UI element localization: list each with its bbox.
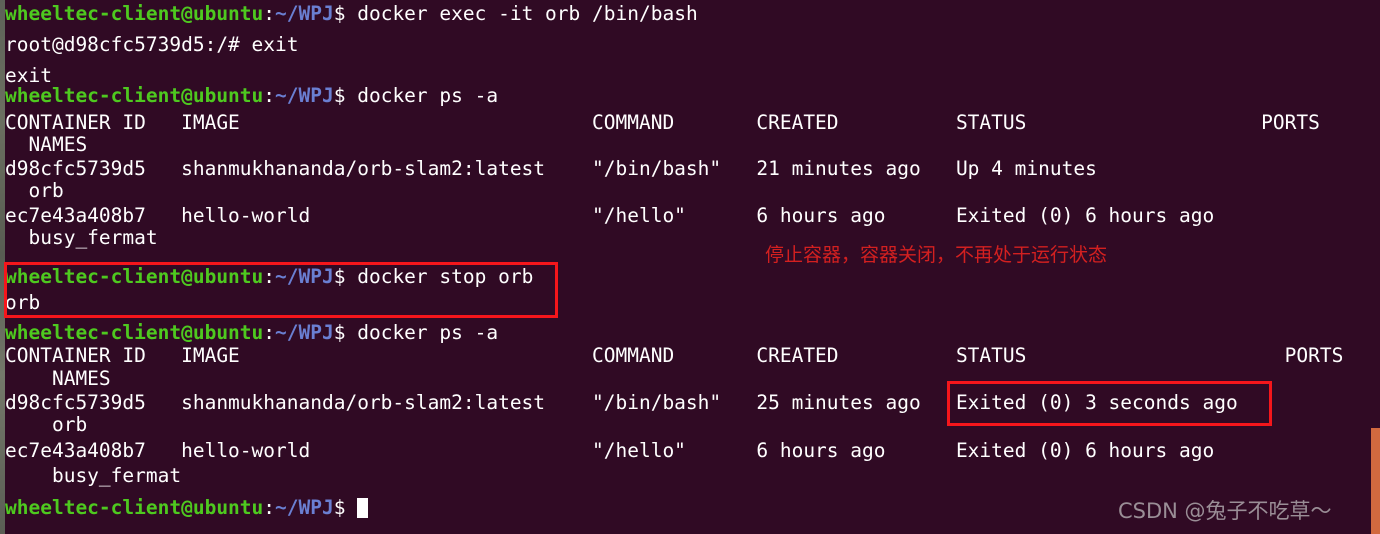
command-docker-ps-2: docker ps -a bbox=[357, 321, 499, 344]
terminal-line-output-orb: orb bbox=[5, 291, 41, 314]
prompt-sigil: $ bbox=[333, 2, 358, 25]
prompt-path: ~/WPJ bbox=[275, 265, 334, 288]
terminal-window[interactable]: wheeltec-client@ubuntu:~/WPJ$ docker exe… bbox=[5, 0, 1380, 534]
prompt-user-host: wheeltec-client@ubuntu bbox=[5, 265, 264, 288]
table-row: d98cfc5739d5 shanmukhananda/orb-slam2:la… bbox=[5, 391, 1238, 414]
terminal-line-prompt-3: wheeltec-client@ubuntu:~/WPJ$ docker ps … bbox=[5, 322, 498, 344]
terminal-screenshot: wheeltec-client@ubuntu:~/WPJ$ docker exe… bbox=[0, 0, 1380, 534]
prompt-colon: : bbox=[263, 84, 276, 107]
prompt-colon: : bbox=[263, 2, 276, 25]
prompt-colon: : bbox=[263, 496, 276, 519]
prompt-sigil: $ bbox=[333, 265, 358, 288]
prompt-user-host: wheeltec-client@ubuntu bbox=[5, 321, 264, 344]
prompt-colon: : bbox=[263, 265, 276, 288]
prompt-user-host: wheeltec-client@ubuntu bbox=[5, 496, 264, 519]
table-row: ec7e43a408b7 hello-world "/hello" 6 hour… bbox=[5, 439, 1215, 462]
prompt-path: ~/WPJ bbox=[275, 84, 334, 107]
prompt-user-host: wheeltec-client@ubuntu bbox=[5, 84, 264, 107]
terminal-line-prompt-stop: wheeltec-client@ubuntu:~/WPJ$ docker sto… bbox=[5, 266, 533, 288]
root-prompt: root@d98cfc5739d5:/# bbox=[5, 33, 252, 56]
scrollbar-thumb[interactable] bbox=[1371, 428, 1380, 534]
desktop-background-strip bbox=[0, 0, 5, 534]
terminal-line-prompt-2: wheeltec-client@ubuntu:~/WPJ$ docker ps … bbox=[5, 85, 498, 107]
table-header-row-2: CONTAINER ID IMAGE COMMAND CREATED STATU… bbox=[5, 344, 1344, 367]
command-docker-exec: docker exec -it orb /bin/bash bbox=[357, 2, 698, 25]
table-header-row-1: CONTAINER ID IMAGE COMMAND CREATED STATU… bbox=[5, 111, 1320, 134]
terminal-line-root-prompt: root@d98cfc5739d5:/# exit bbox=[5, 34, 299, 56]
terminal-line-prompt-active[interactable]: wheeltec-client@ubuntu:~/WPJ$ bbox=[5, 496, 369, 519]
table-row-names: busy_fermat bbox=[5, 464, 182, 487]
prompt-sigil: $ bbox=[333, 496, 358, 519]
table-row-names: orb bbox=[5, 179, 64, 202]
table-row-names: orb bbox=[5, 413, 88, 436]
prompt-user-host: wheeltec-client@ubuntu bbox=[5, 2, 264, 25]
prompt-path: ~/WPJ bbox=[275, 321, 334, 344]
prompt-sigil: $ bbox=[333, 84, 358, 107]
table-row: d98cfc5739d5 shanmukhananda/orb-slam2:la… bbox=[5, 157, 1097, 180]
annotation-note-stop-container: 停止容器，容器关闭，不再处于运行状态 bbox=[765, 244, 1108, 266]
prompt-sigil: $ bbox=[333, 321, 358, 344]
prompt-path: ~/WPJ bbox=[275, 496, 334, 519]
table-header-names-2: NAMES bbox=[5, 367, 111, 390]
command-docker-stop-orb: docker stop orb bbox=[357, 265, 534, 288]
table-row: ec7e43a408b7 hello-world "/hello" 6 hour… bbox=[5, 204, 1215, 227]
command-docker-ps-1: docker ps -a bbox=[357, 84, 499, 107]
command-exit: exit bbox=[251, 33, 299, 56]
table-header-names-1: NAMES bbox=[5, 133, 88, 156]
terminal-line-prompt-1: wheeltec-client@ubuntu:~/WPJ$ docker exe… bbox=[5, 3, 698, 25]
prompt-colon: : bbox=[263, 321, 276, 344]
csdn-watermark: CSDN @兔子不吃草～ bbox=[1118, 499, 1332, 523]
prompt-path: ~/WPJ bbox=[275, 2, 334, 25]
text-cursor bbox=[357, 498, 369, 518]
table-row-names: busy_fermat bbox=[5, 226, 158, 249]
